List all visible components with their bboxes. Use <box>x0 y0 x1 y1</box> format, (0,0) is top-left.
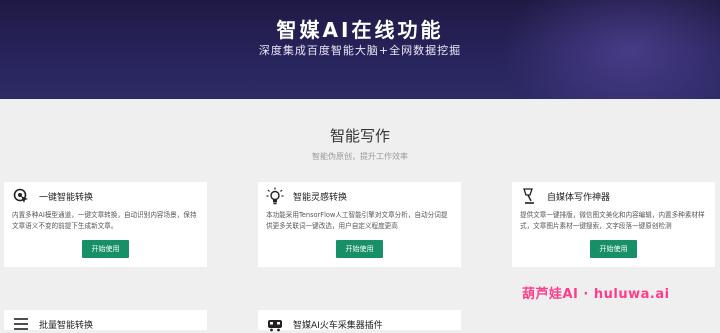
feature-card-smart-convert: 一键智能转换 内置多种AI模型通道，一键文章转换，自动识别内容场景，保持文章语义… <box>4 182 207 267</box>
card-title: 批量智能转换 <box>39 320 94 331</box>
desk-lamp-icon <box>523 188 534 204</box>
section-title: 智能写作 <box>329 127 390 145</box>
cursor-click-icon <box>13 188 28 203</box>
card-description: 提供文章一键排版，微信图文美化和内容编辑，内置多种素材样式，文章图片素材一键搜索… <box>520 211 705 230</box>
feature-card-train-collector: 智媒AI火车采集器插件 <box>258 310 461 332</box>
train-icon <box>268 320 282 332</box>
card-description: 本功能采用TensorFlow人工智能引擎对文章分析，自动分词提供更多关联词一键… <box>266 211 448 230</box>
card-description: 内置多种AI模型通道，一键文章转换，自动识别内容场景，保持文章语义不变的前提下生… <box>12 211 197 230</box>
feature-card-media-writing: 自媒体写作神器 提供文章一键排版，微信图文美化和内容编辑，内置多种素材样式，文章… <box>512 182 715 267</box>
watermark: 葫芦娃AI · huluwa.ai <box>522 287 670 302</box>
section-subtitle: 智能伪原创，提升工作效率 <box>312 152 408 161</box>
lightbulb-icon <box>266 187 284 205</box>
start-button[interactable]: 开始使用 <box>590 240 637 258</box>
hero-banner: 智媒AI在线功能 深度集成百度智能大脑+全网数据挖掘 <box>0 0 720 99</box>
hero-subtitle: 深度集成百度智能大脑+全网数据挖掘 <box>258 44 462 57</box>
card-title: 智能灵感转换 <box>293 192 348 203</box>
start-button[interactable]: 开始使用 <box>82 240 129 258</box>
card-title: 智媒AI火车采集器插件 <box>293 320 383 331</box>
start-button[interactable]: 开始使用 <box>336 240 383 258</box>
feature-card-batch-convert: 批量智能转换 <box>4 310 207 331</box>
list-icon <box>14 318 28 330</box>
hero-title: 智媒AI在线功能 <box>276 18 444 42</box>
feature-card-inspiration-convert: 智能灵感转换 本功能采用TensorFlow人工智能引擎对文章分析，自动分词提供… <box>258 182 461 267</box>
card-title: 一键智能转换 <box>39 192 94 203</box>
card-title: 自媒体写作神器 <box>547 192 611 203</box>
